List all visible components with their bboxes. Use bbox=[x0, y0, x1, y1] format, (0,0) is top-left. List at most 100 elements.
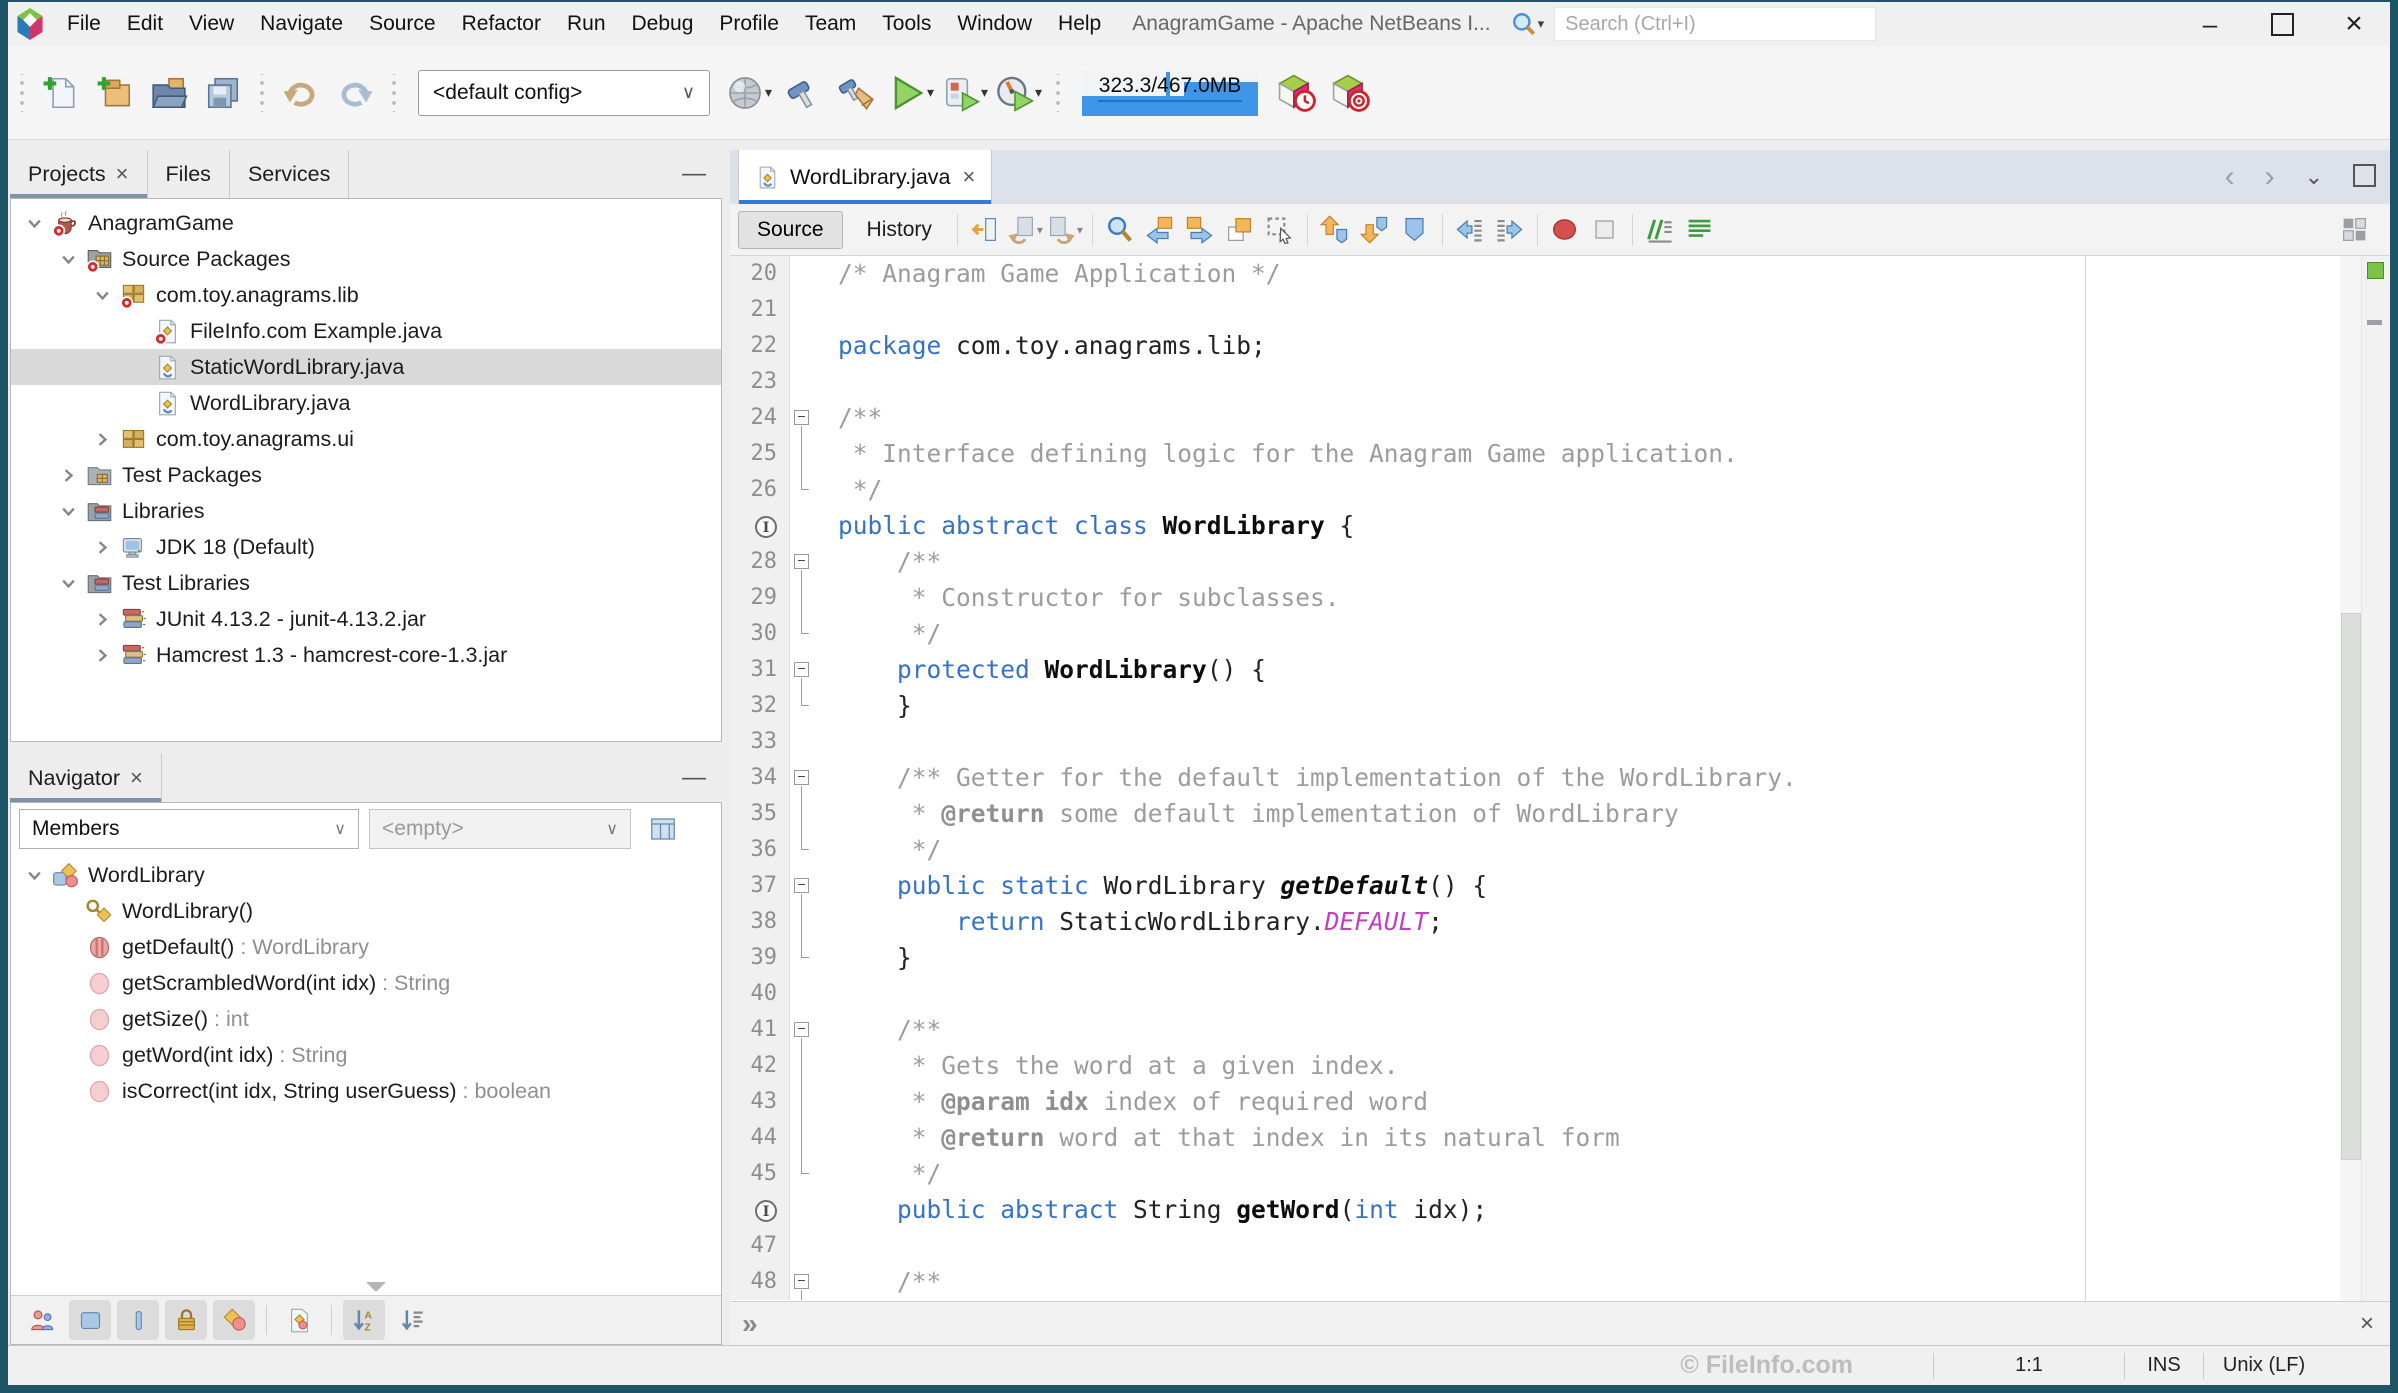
code-line-25[interactable]: 25 * Interface defining logic for the An… bbox=[730, 436, 2390, 472]
sort-by-name-button[interactable]: AZ bbox=[343, 1300, 385, 1340]
navigator-tab-close-icon[interactable]: × bbox=[130, 765, 143, 791]
tab-navigator[interactable]: Navigator× bbox=[10, 754, 162, 802]
code-line-34[interactable]: 34 /** Getter for the default implementa… bbox=[730, 760, 2390, 796]
tree-item-com-toy-anagrams-lib[interactable]: com.toy.anagrams.lib bbox=[11, 277, 721, 313]
config-select[interactable]: <default config>∨ bbox=[418, 70, 710, 116]
tree-item-fileinfo-com-example-java[interactable]: FileInfo.com Example.java bbox=[11, 313, 721, 349]
find-previous-occurrence-button[interactable] bbox=[1140, 209, 1180, 251]
search-dropdown-caret[interactable]: ▾ bbox=[1538, 16, 1545, 32]
profile-project-button[interactable]: ▾ bbox=[992, 65, 1046, 121]
minimize-button[interactable]: – bbox=[2174, 2, 2246, 46]
projects-minimize-icon[interactable]: — bbox=[682, 160, 706, 188]
next-bookmark-button[interactable] bbox=[1355, 209, 1395, 251]
code-line-36[interactable]: 36 */ bbox=[730, 832, 2390, 868]
navigator-columns-button[interactable] bbox=[641, 809, 685, 849]
expander-icon[interactable] bbox=[87, 646, 117, 665]
expander-icon[interactable] bbox=[87, 610, 117, 629]
code-line-42[interactable]: 42 * Gets the word at a given index. bbox=[730, 1048, 2390, 1084]
menu-tools[interactable]: Tools bbox=[869, 12, 944, 36]
fold-collapse-icon[interactable] bbox=[794, 662, 809, 677]
run-project-button[interactable]: ▾ bbox=[884, 65, 938, 121]
code-line-39[interactable]: 39 } bbox=[730, 940, 2390, 976]
comment-button[interactable] bbox=[1640, 209, 1680, 251]
code-line-31[interactable]: 31 protected WordLibrary() { bbox=[730, 652, 2390, 688]
profile-point-time-button[interactable] bbox=[1270, 65, 1324, 121]
code-line-28[interactable]: 28 /** bbox=[730, 544, 2390, 580]
menu-run[interactable]: Run bbox=[554, 12, 619, 36]
project-group-button[interactable]: ▾ bbox=[722, 65, 776, 121]
code-line-22[interactable]: 22package com.toy.anagrams.lib; bbox=[730, 328, 2390, 364]
code-line-23[interactable]: 23 bbox=[730, 364, 2390, 400]
clean-and-build-project-button[interactable] bbox=[830, 65, 884, 121]
fold-collapse-icon[interactable] bbox=[794, 410, 809, 425]
splitter-overflow-icon[interactable] bbox=[366, 1282, 386, 1292]
code-line-37[interactable]: 37 public static WordLibrary getDefault(… bbox=[730, 868, 2390, 904]
code-editor[interactable]: 20/* Anagram Game Application */2122pack… bbox=[730, 256, 2390, 1301]
code-line-48[interactable]: 48 /** bbox=[730, 1264, 2390, 1300]
profile-point-target-button[interactable] bbox=[1324, 65, 1378, 121]
search-input[interactable] bbox=[1554, 7, 1876, 41]
expander-icon[interactable] bbox=[53, 466, 83, 485]
projects-tab-close-icon[interactable]: × bbox=[116, 161, 129, 187]
code-line-41[interactable]: 41 /** bbox=[730, 1012, 2390, 1048]
toolbar-grip[interactable] bbox=[257, 74, 267, 112]
toggle-highlight-search-button[interactable] bbox=[1220, 209, 1260, 251]
expander-icon[interactable] bbox=[87, 430, 117, 449]
tree-item-getsize[interactable]: getSize() : int bbox=[11, 1001, 721, 1037]
code-line-45[interactable]: 45 */ bbox=[730, 1156, 2390, 1192]
tree-item-wordlibrary-java[interactable]: WordLibrary.java bbox=[11, 385, 721, 421]
redo-button[interactable] bbox=[328, 65, 382, 121]
code-line-47[interactable]: 47 bbox=[730, 1228, 2390, 1264]
tree-item-getdefault[interactable]: getDefault() : WordLibrary bbox=[11, 929, 721, 965]
navigator-filter-select[interactable]: <empty>∨ bbox=[369, 809, 631, 849]
tree-item-hamcrest-1-3-hamcrest-core-1-3-jar[interactable]: Hamcrest 1.3 - hamcrest-core-1.3.jar bbox=[11, 637, 721, 673]
expander-icon[interactable] bbox=[53, 250, 83, 269]
toolbar-grip[interactable] bbox=[389, 74, 399, 112]
open-project-button[interactable] bbox=[142, 65, 196, 121]
toolbar-grip[interactable] bbox=[17, 74, 27, 112]
scroll-tabs-left-icon[interactable]: ‹ bbox=[2225, 162, 2235, 192]
tree-item-test-libraries[interactable]: Test Libraries bbox=[11, 565, 721, 601]
menu-profile[interactable]: Profile bbox=[706, 12, 792, 36]
code-line-24[interactable]: 24/** bbox=[730, 400, 2390, 436]
tree-item-staticwordlibrary-java[interactable]: StaticWordLibrary.java bbox=[11, 349, 721, 385]
memory-monitor[interactable]: 323.3/467.0MB bbox=[1082, 70, 1258, 116]
forward-button[interactable]: ▾ bbox=[1045, 209, 1085, 251]
tree-item-getscrambledword-int-idx[interactable]: getScrambledWord(int idx) : String bbox=[11, 965, 721, 1001]
menu-help[interactable]: Help bbox=[1045, 12, 1114, 36]
fold-collapse-icon[interactable] bbox=[794, 554, 809, 569]
find-next-occurrence-button[interactable] bbox=[1180, 209, 1220, 251]
show-constants-button[interactable] bbox=[117, 1300, 159, 1340]
tree-item-iscorrect-int-idx-string-userguess[interactable]: isCorrect(int idx, String userGuess) : b… bbox=[11, 1073, 721, 1109]
expander-icon[interactable] bbox=[53, 574, 83, 593]
shift-line-left-button[interactable] bbox=[1450, 209, 1490, 251]
save-all-button[interactable] bbox=[196, 65, 250, 121]
find-selection-button[interactable] bbox=[1100, 209, 1140, 251]
menu-source[interactable]: Source bbox=[356, 12, 449, 36]
menu-team[interactable]: Team bbox=[792, 12, 869, 36]
no-errors-indicator[interactable] bbox=[2367, 262, 2384, 279]
toggle-rectangular-selection-button[interactable] bbox=[1260, 209, 1300, 251]
maximize-button[interactable] bbox=[2246, 2, 2318, 46]
tree-item-anagramgame[interactable]: AnagramGame bbox=[11, 205, 721, 241]
tree-item-test-packages[interactable]: Test Packages bbox=[11, 457, 721, 493]
menu-file[interactable]: File bbox=[54, 12, 114, 36]
code-line-26[interactable]: 26 */ bbox=[730, 472, 2390, 508]
build-project-button[interactable] bbox=[776, 65, 830, 121]
tree-item-wordlibrary[interactable]: WordLibrary bbox=[11, 857, 721, 893]
fully-qualified-names-button[interactable] bbox=[278, 1300, 320, 1340]
expander-icon[interactable] bbox=[87, 538, 117, 557]
start-macro-recording-button[interactable] bbox=[1585, 209, 1625, 251]
toggle-bookmark-button[interactable] bbox=[1395, 209, 1435, 251]
code-line-38[interactable]: 38 return StaticWordLibrary.DEFAULT; bbox=[730, 904, 2390, 940]
new-project-button[interactable] bbox=[88, 65, 142, 121]
expander-icon[interactable] bbox=[53, 502, 83, 521]
editor-tab-close-icon[interactable]: × bbox=[963, 164, 976, 190]
fold-collapse-icon[interactable] bbox=[794, 1274, 809, 1289]
search-icon[interactable] bbox=[1511, 11, 1537, 37]
navigator-minimize-icon[interactable]: — bbox=[682, 764, 706, 792]
code-line-27[interactable]: Ipublic abstract class WordLibrary { bbox=[730, 508, 2390, 544]
previous-bookmark-button[interactable] bbox=[1315, 209, 1355, 251]
menu-window[interactable]: Window bbox=[944, 12, 1045, 36]
tab-projects[interactable]: Projects× bbox=[10, 150, 148, 198]
